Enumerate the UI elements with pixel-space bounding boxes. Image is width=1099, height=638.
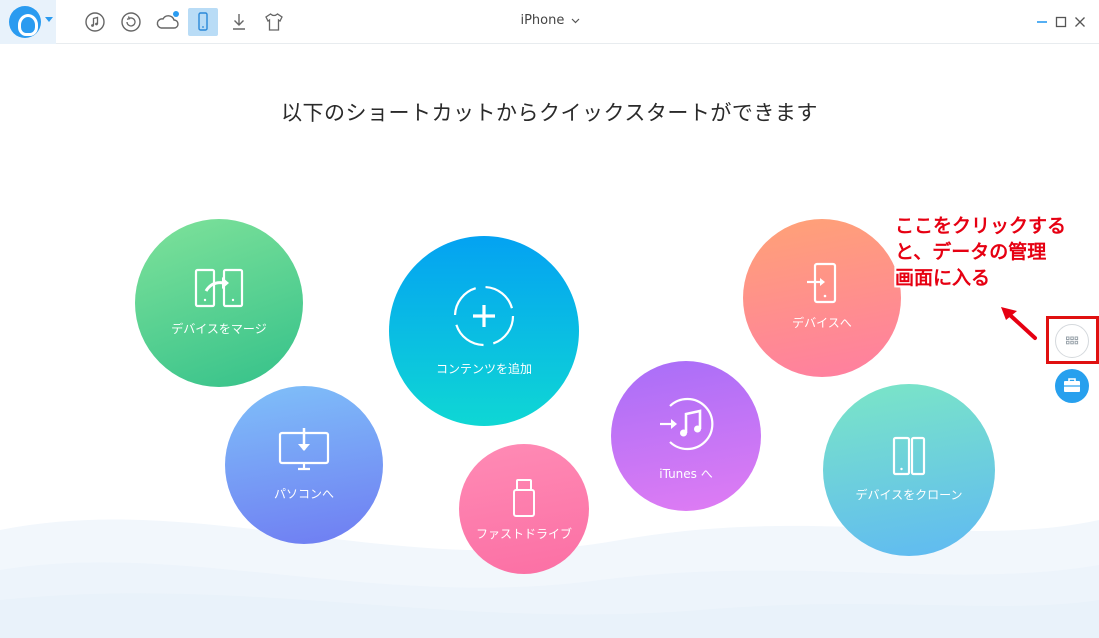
app-menu-button[interactable]	[0, 0, 56, 44]
computer-icon	[278, 428, 330, 471]
grid-icon	[1066, 336, 1079, 345]
merge-icon	[194, 268, 244, 308]
annotation-line-1: ここをクリックする	[895, 215, 1067, 237]
to-device-button[interactable]: デバイスへ	[743, 219, 901, 377]
chevron-down-icon	[45, 17, 53, 22]
clone-device-button[interactable]: デバイスをクローン	[823, 384, 995, 556]
device-selector[interactable]: iPhone	[500, 13, 600, 28]
phone-import-icon	[807, 262, 837, 304]
usb-drive-icon	[513, 479, 535, 517]
annotation-line-3: 画面に入る	[895, 267, 991, 289]
device-name: iPhone	[520, 13, 565, 28]
flash-drive-label: ファストドライブ	[475, 527, 572, 541]
toolbox-button[interactable]	[1055, 369, 1089, 403]
tshirt-icon[interactable]	[262, 10, 286, 34]
page-headline: 以下のショートカットからクイックスタートができます	[281, 101, 818, 125]
app-window: iPhone 以下のショートカットからクイックスタートができます デバイスをマー…	[0, 0, 1099, 638]
add-content-button[interactable]: コンテンツを追加	[389, 236, 579, 426]
clone-label: デバイスをクローン	[855, 488, 963, 502]
itunes-icon	[660, 397, 714, 451]
restore-icon[interactable]	[119, 10, 143, 34]
clone-icon	[892, 436, 926, 476]
toolbox-icon	[1064, 378, 1080, 392]
phone-icon[interactable]	[191, 10, 215, 34]
to-itunes-button[interactable]: iTunes へ	[611, 361, 761, 511]
to-itunes-label: iTunes へ	[659, 467, 713, 481]
close-icon[interactable]	[1069, 11, 1091, 33]
top-toolbar: iPhone	[0, 0, 1099, 44]
add-content-label: コンテンツを追加	[435, 362, 532, 376]
to-pc-label: パソコンへ	[273, 487, 334, 501]
cloud-icon[interactable]	[154, 10, 182, 34]
annotation-line-2: と、データの管理	[895, 241, 1047, 263]
download-icon[interactable]	[227, 10, 251, 34]
app-logo-icon	[9, 6, 41, 38]
chevron-down-icon	[571, 18, 579, 23]
annotation-text: ここをクリックする と、データの管理 画面に入る	[895, 213, 1095, 291]
merge-label: デバイスをマージ	[171, 322, 267, 336]
to-pc-button[interactable]: パソコンへ	[225, 386, 383, 544]
flash-drive-button[interactable]: ファストドライブ	[459, 444, 589, 574]
plus-circle-icon	[453, 285, 515, 347]
annotation-arrow	[999, 305, 1039, 342]
merge-devices-button[interactable]: デバイスをマージ	[135, 219, 303, 387]
music-note-icon[interactable]	[83, 10, 107, 34]
to-device-label: デバイスへ	[792, 316, 852, 330]
data-management-button[interactable]	[1055, 324, 1089, 358]
